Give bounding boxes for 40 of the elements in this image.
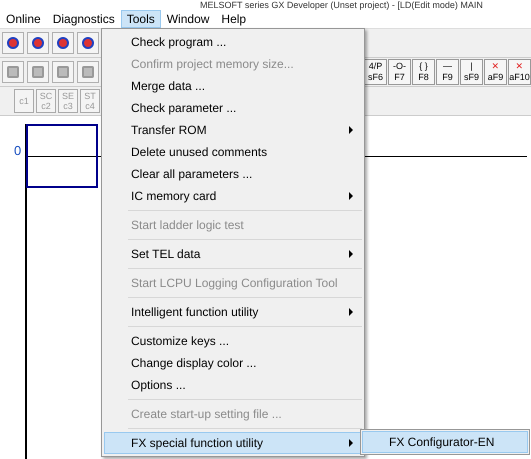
menu-item[interactable]: Options ... [104, 374, 362, 396]
menu-item[interactable]: Merge data ... [104, 75, 362, 97]
toolbar-icon [7, 66, 19, 78]
menu-bar-item[interactable]: Online [0, 10, 47, 28]
menu-item[interactable]: Delete unused comments [104, 141, 362, 163]
ladder-symbol-button[interactable]: ✕ aF9 [484, 59, 507, 85]
menu-item[interactable]: Clear all parameters ... [104, 163, 362, 185]
menu-item[interactable]: Transfer ROM [104, 119, 362, 141]
menu-item[interactable]: Check parameter ... [104, 97, 362, 119]
menu-bar-item[interactable]: Window [160, 10, 216, 28]
toolbar-button[interactable] [52, 32, 74, 54]
menu-item[interactable]: IC memory card [104, 185, 362, 207]
toolbar-icon [82, 66, 94, 78]
ladder-symbol-button[interactable]: ✕ aF10 [508, 59, 531, 85]
ladder-symbol-button[interactable]: -O- F7 [388, 59, 411, 85]
menu-item[interactable]: Check program ... [104, 31, 362, 53]
ladder-symbol-button[interactable]: 4/P sF6 [364, 59, 387, 85]
menu-bar-item[interactable]: Help [215, 10, 252, 28]
menu-item[interactable]: Set TEL data [104, 243, 362, 265]
toolbar-icon [57, 66, 69, 78]
toolbar-icon [32, 37, 44, 49]
menu-item[interactable]: Change display color ... [104, 352, 362, 374]
step-number: 0 [14, 143, 22, 158]
ladder-symbol-button[interactable]: | sF9 [460, 59, 483, 85]
toolbar-icon [7, 37, 19, 49]
menu-item[interactable]: FX Configurator-EN [362, 431, 528, 453]
ladder-symbol-button[interactable]: { } F8 [412, 59, 435, 85]
toolbar-button[interactable] [2, 32, 24, 54]
toolbar-button[interactable] [27, 32, 49, 54]
menu-item[interactable]: Customize keys ... [104, 330, 362, 352]
menu-item[interactable]: FX special function utility [104, 432, 362, 454]
menu-bar-item[interactable]: Diagnostics [46, 10, 121, 28]
edit-cursor [26, 124, 98, 188]
toolbar-icon [82, 37, 94, 49]
toolbar-button[interactable] [77, 32, 99, 54]
menu-item[interactable]: Intelligent function utility [104, 301, 362, 323]
menu-bar-item[interactable]: Tools [120, 10, 161, 28]
toolbar-icon [57, 37, 69, 49]
ladder-symbol-button[interactable]: — F9 [436, 59, 459, 85]
toolbar-icon [32, 66, 44, 78]
